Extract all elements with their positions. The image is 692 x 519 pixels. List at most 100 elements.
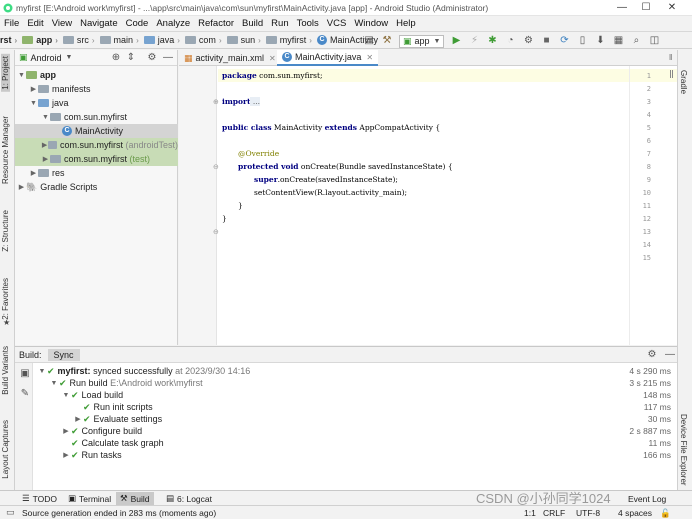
code-folded-import[interactable]: ...	[250, 97, 260, 106]
toggle-view-icon[interactable]: ▣	[18, 367, 32, 381]
code-line-10[interactable]: super.onCreate(savedInstanceState);	[254, 175, 398, 184]
build-row[interactable]: ▼ ✔ Load build 148 ms	[33, 389, 677, 401]
fold-icon[interactable]: ⊖	[213, 163, 219, 171]
code-line-8[interactable]: @Override	[238, 149, 279, 158]
code-line-1[interactable]: package com.sun.myfirst;	[222, 71, 323, 80]
run-icon[interactable]: ▶	[449, 34, 463, 48]
tab-logcat[interactable]: ▤ 6: Logcat	[162, 492, 216, 505]
tree-item-manifests[interactable]: ▶ manifests	[15, 82, 178, 96]
tree-item-java[interactable]: ▼ java	[15, 96, 178, 110]
structure-tab[interactable]: Z: Structure	[1, 210, 10, 252]
menu-help[interactable]: Help	[396, 16, 416, 31]
profile-icon[interactable]: ◔	[503, 34, 517, 48]
menu-refactor[interactable]: Refactor	[198, 16, 234, 31]
tab-build[interactable]: ⚒ Build	[116, 492, 154, 505]
tab-terminal[interactable]: ▣ Terminal	[64, 492, 115, 505]
tree-item-package[interactable]: ▼ com.sun.myfirst	[15, 110, 178, 124]
attach-debugger-icon[interactable]: ⚙	[521, 34, 535, 48]
menu-navigate[interactable]: Navigate	[80, 16, 118, 31]
code-line-3[interactable]: import ...	[222, 97, 260, 106]
status-line-separator[interactable]: CRLF	[543, 508, 565, 518]
tab-sync[interactable]: Sync	[47, 348, 80, 361]
tree-item-package-androidtest[interactable]: ▶ com.sun.myfirst (androidTest)	[15, 138, 178, 152]
device-file-explorer-tab[interactable]: Device File Explorer	[679, 414, 688, 486]
collapse-all-icon[interactable]: ⇕	[124, 51, 138, 65]
breadcrumb-app[interactable]: app ›	[22, 32, 61, 48]
code-line-9[interactable]: protected void onCreate(Bundle savedInst…	[238, 162, 453, 171]
tree-item-app[interactable]: ▼ app	[15, 68, 178, 82]
gear-icon[interactable]: ⚙	[645, 348, 659, 362]
minimize-button[interactable]: —	[610, 1, 634, 14]
gradle-tab[interactable]: Gradle	[679, 70, 688, 94]
apply-changes-icon[interactable]: ⚡	[467, 34, 481, 48]
tab-event-log[interactable]: Event Log	[624, 492, 670, 505]
build-row[interactable]: ✔ Calculate task graph 11 ms	[33, 437, 677, 449]
fold-icon[interactable]: ⊖	[213, 228, 219, 236]
maximize-button[interactable]: ☐	[634, 1, 658, 14]
menu-window[interactable]: Window	[354, 16, 388, 31]
menu-code[interactable]: Code	[126, 16, 149, 31]
resource-manager-tab[interactable]: Resource Manager	[1, 116, 10, 184]
stop-icon[interactable]: ■	[539, 34, 553, 48]
breadcrumb-src[interactable]: src ›	[62, 32, 98, 48]
layout-captures-tab[interactable]: Layout Captures	[1, 420, 10, 479]
tab-activity-main-xml[interactable]: ▦ activity_main.xml ✕	[179, 50, 281, 66]
build-row[interactable]: ✔ Run init scripts 117 ms	[33, 401, 677, 413]
status-encoding[interactable]: UTF-8	[576, 508, 600, 518]
scrollbar-marker[interactable]	[670, 70, 673, 78]
sdk-manager-icon[interactable]: ⬇	[593, 34, 607, 48]
layout-inspector-icon[interactable]: ▦	[611, 34, 625, 48]
sync-gradle-icon[interactable]: ⟳	[557, 34, 571, 48]
build-row[interactable]: ▼ ✔ myfirst: synced successfully at 2023/…	[33, 365, 677, 377]
menu-run[interactable]: Run	[271, 16, 288, 31]
tree-item-mainactivity[interactable]: C MainActivity	[15, 124, 178, 138]
close-icon[interactable]: ✕	[269, 54, 276, 63]
breadcrumb-main[interactable]: main ›	[99, 32, 142, 48]
breadcrumb-root[interactable]: rst ›	[0, 32, 20, 48]
tree-item-res[interactable]: ▶ res	[15, 166, 178, 180]
menu-analyze[interactable]: Analyze	[156, 16, 190, 31]
close-icon[interactable]: ✕	[366, 53, 373, 62]
split-icon[interactable]: ‖	[669, 53, 672, 62]
project-view-mode-select[interactable]: Android	[31, 53, 62, 63]
build-row[interactable]: ▶ ✔ Evaluate settings 30 ms	[33, 413, 677, 425]
breadcrumb-sun[interactable]: sun ›	[226, 32, 264, 48]
gear-icon[interactable]: ⚙	[145, 51, 159, 65]
hide-icon[interactable]: —	[663, 348, 677, 362]
status-position[interactable]: 1:1	[524, 508, 536, 518]
layout-icon[interactable]: ▤	[362, 34, 376, 48]
lock-icon[interactable]: 🔓	[660, 508, 671, 519]
run-config-select[interactable]: ▣ app ▼	[399, 34, 445, 48]
project-tool-tab[interactable]: 1: Project	[1, 54, 10, 92]
hide-icon[interactable]: —	[161, 51, 175, 65]
avd-manager-icon[interactable]: ▯	[575, 34, 589, 48]
build-row[interactable]: ▼ ✔ Run build E:\Android work\myfirst 3 s…	[33, 377, 677, 389]
close-button[interactable]: ✕	[660, 1, 684, 14]
pin-icon[interactable]: ✎	[18, 387, 32, 401]
hammer-icon[interactable]: ⚒	[380, 34, 394, 48]
locate-icon[interactable]: ⊕	[109, 51, 123, 65]
status-indent[interactable]: 4 spaces	[618, 508, 652, 518]
build-row[interactable]: ▶ ✔ Run tasks 166 ms	[33, 449, 677, 461]
git-icon[interactable]: ◫	[647, 34, 661, 48]
menu-build[interactable]: Build	[242, 16, 263, 31]
tree-item-gradle-scripts[interactable]: ▶ 🐘 Gradle Scripts	[15, 180, 178, 194]
menu-vcs[interactable]: VCS	[327, 16, 347, 31]
menu-file[interactable]: File	[4, 16, 19, 31]
tree-item-package-test[interactable]: ▶ com.sun.myfirst (test)	[15, 152, 178, 166]
chevron-down-icon[interactable]: ▼	[66, 54, 73, 61]
code-line-13[interactable]: }	[222, 214, 227, 223]
menu-tools[interactable]: Tools	[297, 16, 319, 31]
menu-edit[interactable]: Edit	[27, 16, 43, 31]
code-line-12[interactable]: }	[238, 201, 243, 210]
build-row[interactable]: ▶ ✔ Configure build 2 s 887 ms	[33, 425, 677, 437]
breadcrumb-java[interactable]: java ›	[143, 32, 183, 48]
code-line-5[interactable]: public class MainActivity extends AppCom…	[222, 123, 440, 132]
search-icon[interactable]: ⌕	[629, 34, 643, 48]
status-toggle-icon[interactable]: ▭	[6, 507, 15, 518]
tab-mainactivity-java[interactable]: C MainActivity.java ✕	[277, 50, 379, 66]
fold-icon[interactable]: ⊕	[213, 98, 219, 106]
favorites-tab[interactable]: 2: Favorites	[1, 278, 10, 320]
tab-todo[interactable]: ☰ TODO	[18, 492, 61, 505]
debug-icon[interactable]: ✱	[485, 34, 499, 48]
